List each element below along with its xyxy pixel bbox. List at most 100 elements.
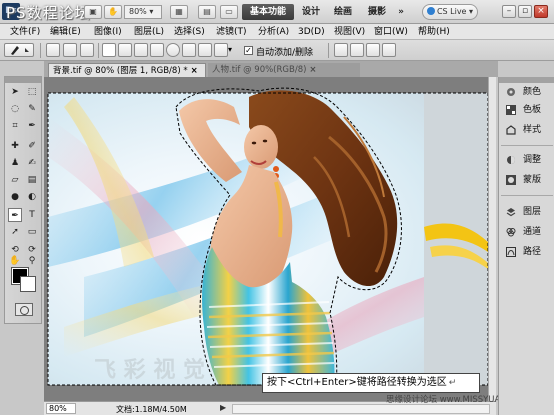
menu-view[interactable]: 视图(V) xyxy=(334,26,365,38)
cs-live-button[interactable]: CS Live ▾ xyxy=(422,4,478,20)
styles-panel-icon xyxy=(506,125,516,135)
menu-image[interactable]: 图像(I) xyxy=(94,26,122,38)
fill-pixels-icon[interactable] xyxy=(80,43,94,57)
gradient-tool-icon[interactable]: ▤ xyxy=(25,173,39,187)
custom-shape-icon[interactable] xyxy=(214,43,228,57)
tool-preset-picker[interactable] xyxy=(4,43,34,57)
lasso-tool-icon[interactable]: ◌ xyxy=(8,102,22,116)
pen-preset-icon xyxy=(11,46,29,55)
shape-layers-icon[interactable] xyxy=(46,43,60,57)
zoom-tool-icon[interactable]: ⚲ xyxy=(25,254,39,268)
menu-layer[interactable]: 图层(L) xyxy=(134,26,164,38)
quick-select-tool-icon[interactable]: ✎ xyxy=(25,102,39,116)
canvas-image: 飞 彩 视 觉 xyxy=(44,77,496,401)
eyedropper-tool-icon[interactable]: ✒ xyxy=(25,119,39,133)
document-canvas[interactable]: 飞 彩 视 觉 xyxy=(44,77,496,401)
marquee-tool-icon[interactable]: ⬚ xyxy=(25,85,39,99)
enter-key-icon: ↵ xyxy=(448,378,457,388)
workspace-essentials-button[interactable]: 基本功能 xyxy=(242,4,294,20)
intersect-path-area-icon[interactable] xyxy=(366,43,380,57)
menu-edit[interactable]: 编辑(E) xyxy=(50,26,81,38)
hand-tool-icon-2[interactable]: ✋ xyxy=(8,254,22,268)
mini-bridge-icon[interactable]: ▣ xyxy=(84,5,102,19)
menu-analysis[interactable]: 分析(A) xyxy=(258,26,289,38)
exclude-path-area-icon[interactable] xyxy=(382,43,396,57)
workspace-more-button[interactable]: » xyxy=(394,4,408,20)
eraser-tool-icon[interactable]: ▱ xyxy=(8,173,22,187)
menu-file[interactable]: 文件(F) xyxy=(10,26,40,38)
color-panel-button[interactable]: 颜色 xyxy=(501,83,553,101)
pen-tool-option-icon[interactable] xyxy=(102,43,116,57)
menu-3d[interactable]: 3D(D) xyxy=(298,26,325,38)
screen-mode-icon[interactable]: ▭ xyxy=(220,5,238,19)
masks-panel-icon xyxy=(506,175,516,185)
pen-tool-icon[interactable]: ✒ xyxy=(8,208,22,222)
tab-background-document[interactable]: 背景.tif @ 80% (图层 1, RGB/8) * × xyxy=(48,63,206,77)
application-bar: Ps PS数程论坛 ▣ ✋ 80% ▾ ▦ ▤ ▭ 基本功能 设计 绘画 摄影 … xyxy=(0,0,554,24)
layers-panel-button[interactable]: 图层 xyxy=(501,203,553,221)
arrange-documents-icon[interactable]: ▤ xyxy=(198,5,216,19)
healing-brush-tool-icon[interactable]: ✚ xyxy=(8,139,22,153)
menu-filter[interactable]: 滤镜(T) xyxy=(216,26,247,38)
clone-stamp-tool-icon[interactable]: ♟ xyxy=(8,156,22,170)
rectangle-tool-icon[interactable]: ▭ xyxy=(25,225,39,239)
styles-panel-button[interactable]: 样式 xyxy=(501,121,553,139)
caption-text: 按下<Ctrl+Enter>键将路径转换为选区 xyxy=(267,377,447,388)
minimize-button[interactable]: – xyxy=(502,5,516,18)
auto-add-delete-checkbox[interactable]: ✓ xyxy=(244,46,253,55)
document-size-info: 文档:1.18M/4.50M xyxy=(116,405,187,414)
paths-panel-icon xyxy=(506,247,516,257)
horizontal-scrollbar[interactable] xyxy=(232,404,490,414)
swatches-panel-button[interactable]: 色板 xyxy=(501,101,553,119)
crop-tool-icon[interactable]: ⌗ xyxy=(8,119,22,133)
type-tool-icon[interactable]: T xyxy=(25,208,39,222)
vertical-scrollbar[interactable] xyxy=(488,77,496,401)
tools-panel-header[interactable] xyxy=(5,77,41,83)
blur-tool-icon[interactable]: ● xyxy=(8,190,22,204)
restore-button[interactable]: ▫ xyxy=(518,5,532,18)
collapsed-panels-dock: 颜色 色板 样式 调整 蒙版 图层 通道 路径 xyxy=(498,77,554,415)
history-brush-tool-icon[interactable]: ✍ xyxy=(25,156,39,170)
freeform-pen-option-icon[interactable] xyxy=(118,43,132,57)
channels-panel-button[interactable]: 通道 xyxy=(501,223,553,241)
move-tool-icon[interactable]: ➤ xyxy=(8,85,22,99)
tools-panel: ➤ ⬚ ◌ ✎ ⌗ ✒ ✚ ✐ ♟ ✍ ▱ ▤ ● ◐ ✒ T ➚ ▭ ⟲ ⟳ … xyxy=(4,76,42,324)
subtract-path-area-icon[interactable] xyxy=(350,43,364,57)
quick-mask-icon[interactable] xyxy=(15,303,33,316)
background-color-swatch[interactable] xyxy=(20,276,36,292)
close-tab-icon[interactable]: × xyxy=(309,65,316,75)
menu-help[interactable]: 帮助(H) xyxy=(418,26,450,38)
workspace-photography-button[interactable]: 摄影 xyxy=(364,4,390,20)
paths-panel-button[interactable]: 路径 xyxy=(501,243,553,261)
path-selection-tool-icon[interactable]: ➚ xyxy=(8,225,22,239)
zoom-level-field[interactable]: 80% ▾ xyxy=(124,5,162,19)
workspace-design-button[interactable]: 设计 xyxy=(298,4,324,20)
rectangle-shape-icon[interactable] xyxy=(134,43,148,57)
adjustments-panel-icon xyxy=(507,156,515,164)
watermark-title: PS数程论坛 xyxy=(6,4,91,22)
status-menu-arrow-icon[interactable]: ▶ xyxy=(220,403,226,412)
ellipse-shape-icon[interactable] xyxy=(166,43,180,57)
hand-tool-icon[interactable]: ✋ xyxy=(104,5,122,19)
paths-mode-icon[interactable] xyxy=(63,43,77,57)
options-bar: ▾ ✓ 自动添加/删除 xyxy=(0,40,554,61)
channels-panel-icon xyxy=(506,228,516,237)
menu-window[interactable]: 窗口(W) xyxy=(374,26,408,38)
rounded-rectangle-shape-icon[interactable] xyxy=(150,43,164,57)
geometry-options-icon[interactable]: ▾ xyxy=(228,43,238,57)
adjustments-panel-button[interactable]: 调整 xyxy=(501,151,553,169)
brush-tool-icon[interactable]: ✐ xyxy=(25,139,39,153)
dodge-tool-icon[interactable]: ◐ xyxy=(25,190,39,204)
masks-panel-button[interactable]: 蒙版 xyxy=(501,171,553,189)
tutorial-caption: 按下<Ctrl+Enter>键将路径转换为选区 ↵ xyxy=(262,373,480,393)
close-button[interactable]: × xyxy=(534,5,548,18)
close-tab-icon[interactable]: × xyxy=(191,66,198,76)
menu-select[interactable]: 选择(S) xyxy=(174,26,205,38)
add-to-path-area-icon[interactable] xyxy=(334,43,348,57)
show-guides-icon[interactable]: ▦ xyxy=(170,5,188,19)
tab-person-document[interactable]: 人物.tif @ 90%(RGB/8) × xyxy=(208,63,360,77)
status-zoom-field[interactable]: 80% xyxy=(46,403,76,414)
polygon-shape-icon[interactable] xyxy=(182,43,196,57)
workspace-painting-button[interactable]: 绘画 xyxy=(330,4,356,20)
line-shape-icon[interactable] xyxy=(198,43,212,57)
